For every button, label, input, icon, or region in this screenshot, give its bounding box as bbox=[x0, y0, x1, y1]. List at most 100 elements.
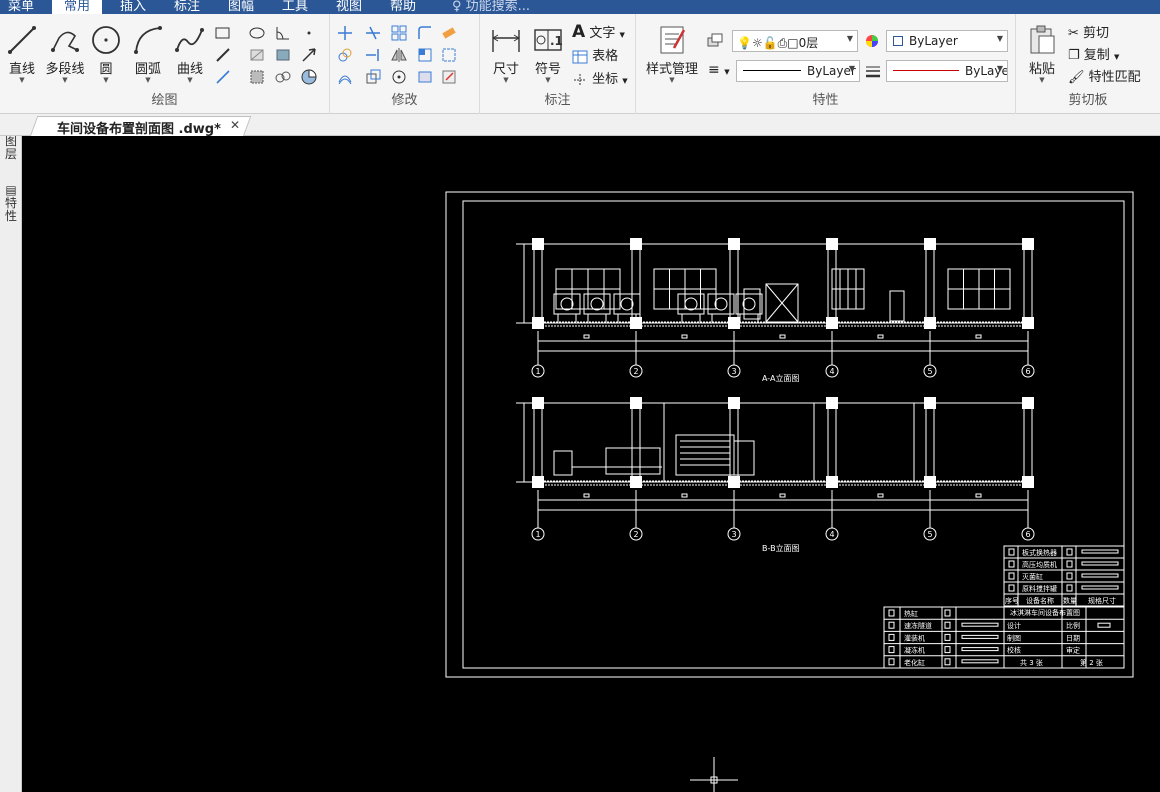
block-icon[interactable] bbox=[274, 46, 292, 64]
equipment-table-header: 序号 bbox=[1005, 596, 1019, 605]
array-icon[interactable] bbox=[390, 24, 408, 42]
printer-icon: ⎙ bbox=[777, 36, 788, 50]
explode-icon[interactable] bbox=[440, 46, 458, 64]
point-icon[interactable] bbox=[300, 24, 318, 42]
layers-panel-label: 图层 bbox=[4, 134, 17, 161]
ellipse-icon[interactable] bbox=[248, 24, 266, 42]
arc-button[interactable]: 圆弧 ▼ bbox=[130, 24, 166, 84]
pie-icon[interactable] bbox=[300, 68, 318, 86]
trim-icon[interactable] bbox=[364, 24, 382, 42]
side-panel: ⎘ 图层 ▤ 特性 bbox=[0, 114, 22, 792]
dimension-button[interactable]: 尺寸 ▼ bbox=[488, 24, 524, 84]
move-icon[interactable] bbox=[336, 24, 354, 42]
title-block-field: 制图 bbox=[1007, 633, 1021, 642]
dimension-label: 尺寸 bbox=[492, 62, 519, 77]
column-base bbox=[924, 317, 936, 329]
stretch-icon[interactable] bbox=[416, 46, 434, 64]
document-tab-label: 车间设备布置剖面图 .dwg* bbox=[57, 122, 221, 137]
copy-obj-icon[interactable] bbox=[336, 46, 354, 64]
mirror-icon[interactable] bbox=[390, 46, 408, 64]
chevron-down-icon: ▼ bbox=[619, 31, 625, 39]
menu-item-view[interactable]: 视图 bbox=[336, 0, 362, 14]
equipment-tank bbox=[613, 293, 641, 315]
chevron-down-icon: ▼ bbox=[103, 76, 109, 84]
lineweight-icon[interactable] bbox=[864, 63, 882, 81]
menu-item-tools[interactable]: 工具 bbox=[282, 0, 308, 14]
equipment-tank bbox=[553, 293, 581, 315]
extend-icon[interactable] bbox=[364, 46, 382, 64]
chevron-down-icon: ▼ bbox=[62, 76, 68, 84]
draw-group: 直线 ▼ 多段线 ▼ 圆 ▼ 圆弧 ▼ 曲线 ▼ 绘图 bbox=[0, 14, 330, 114]
function-search-placeholder: 功能搜索... bbox=[465, 0, 531, 14]
annotate-group-label: 标注 bbox=[544, 93, 571, 108]
color-dropdown[interactable]: ByLayer ▼ bbox=[886, 30, 1008, 52]
style-manager-button[interactable]: 样式管理 ▼ bbox=[642, 24, 702, 84]
arrow-icon[interactable] bbox=[300, 46, 318, 64]
layer-dropdown[interactable]: 💡☼🔓⎙□0层 ▼ bbox=[732, 30, 858, 52]
chevron-down-icon: ▼ bbox=[145, 76, 151, 84]
title-block-qty bbox=[944, 646, 951, 654]
equipment-motor bbox=[684, 297, 698, 311]
paste-button[interactable]: 粘贴 ▼ bbox=[1024, 24, 1060, 84]
symbol-button[interactable]: .1 符号 ▼ bbox=[530, 24, 566, 84]
linetype-menu-button[interactable]: ≡ ▼ bbox=[708, 62, 730, 78]
column-base bbox=[826, 476, 838, 488]
menu-item-annotate[interactable]: 标注 bbox=[174, 0, 200, 14]
equipment-table-index bbox=[1008, 584, 1015, 592]
scale-icon[interactable] bbox=[364, 68, 382, 86]
angle-icon[interactable] bbox=[274, 24, 292, 42]
equipment-table: 板式换热器高压均质机灭菌缸原料搅拌罐序号 设备名称 数量 规格尺寸 bbox=[1003, 545, 1125, 607]
text-button[interactable]: A 文字 ▼ bbox=[572, 22, 625, 42]
polyline-icon bbox=[51, 31, 79, 52]
break-icon[interactable] bbox=[416, 68, 434, 86]
xline-icon[interactable] bbox=[214, 46, 232, 64]
equipment-motor bbox=[742, 297, 756, 311]
ribbon: 直线 ▼ 多段线 ▼ 圆 ▼ 圆弧 ▼ 曲线 ▼ 绘图 修改 尺寸 ▼ .1 符… bbox=[0, 14, 1160, 114]
eraser-icon[interactable] bbox=[440, 24, 458, 42]
column-cap bbox=[532, 397, 544, 409]
menu-item-frame[interactable]: 图幅 bbox=[228, 0, 254, 14]
close-icon[interactable]: ✕ bbox=[230, 118, 240, 132]
cut-button[interactable]: ✂ 剪切 bbox=[1068, 22, 1109, 41]
menu-item-help[interactable]: 帮助 bbox=[390, 0, 416, 14]
line-button[interactable]: 直线 ▼ bbox=[4, 24, 40, 84]
title-block-size bbox=[961, 634, 999, 639]
polyline-button[interactable]: 多段线 ▼ bbox=[42, 24, 88, 84]
lightbulb-icon: 💡 bbox=[737, 36, 752, 50]
match-props-button[interactable]: 🖌 特性匹配 bbox=[1068, 66, 1141, 85]
rotate-icon[interactable] bbox=[390, 68, 408, 86]
curve-button[interactable]: 曲线 ▼ bbox=[172, 24, 208, 84]
lineweight-dropdown[interactable]: ByLaye ▼ bbox=[886, 60, 1008, 82]
rectangle-icon[interactable] bbox=[214, 24, 232, 42]
menu-item-menu[interactable]: 菜单 bbox=[8, 0, 34, 14]
ray-icon[interactable] bbox=[214, 68, 232, 86]
style-manager-icon bbox=[660, 26, 686, 54]
copy-button[interactable]: ❐ 复制 ▼ bbox=[1068, 44, 1119, 63]
chevron-down-icon: ▼ bbox=[996, 34, 1003, 43]
properties-group: 样式管理 ▼ 💡☼🔓⎙□0层 ▼ ByLayer ▼ ≡ ▼ ByLayer ▼… bbox=[636, 14, 1016, 114]
column-cap bbox=[924, 238, 936, 250]
cloud-icon[interactable] bbox=[274, 68, 292, 86]
circle-button[interactable]: 圆 ▼ bbox=[90, 24, 122, 84]
title-block-item: 热缸 bbox=[904, 609, 918, 618]
drawing-canvas[interactable]: 1 2 3 4 5 6 1 2 3 4 5 6 A-A立面图 B-B立面图 板式换热器 高压均质机 灭菌… bbox=[22, 137, 1160, 792]
axis-label: 6 bbox=[1026, 530, 1031, 539]
equipment-motor bbox=[714, 297, 728, 311]
color-wheel-icon[interactable] bbox=[864, 33, 882, 51]
column-cap bbox=[826, 238, 838, 250]
edit-icon[interactable] bbox=[440, 68, 458, 86]
properties-panel-tab[interactable]: ▤ 特性 bbox=[3, 184, 19, 223]
coordinate-button[interactable]: 坐标 ▼ bbox=[572, 68, 628, 87]
fillet-icon[interactable] bbox=[416, 24, 434, 42]
linetype-dropdown[interactable]: ByLayer ▼ bbox=[736, 60, 860, 82]
menu-item-home[interactable]: 常用 bbox=[52, 0, 103, 14]
hatch-icon[interactable] bbox=[248, 46, 266, 64]
offset-icon[interactable] bbox=[336, 68, 354, 86]
layer-manager-icon[interactable] bbox=[706, 31, 724, 49]
equipment-table-index bbox=[1008, 560, 1015, 568]
menu-item-insert[interactable]: 插入 bbox=[120, 0, 146, 14]
chevron-down-icon: ▼ bbox=[669, 76, 675, 84]
function-search[interactable]: ♀ 功能搜索... bbox=[452, 0, 530, 14]
table-button[interactable]: 表格 bbox=[572, 45, 618, 64]
region-icon[interactable] bbox=[248, 68, 266, 86]
